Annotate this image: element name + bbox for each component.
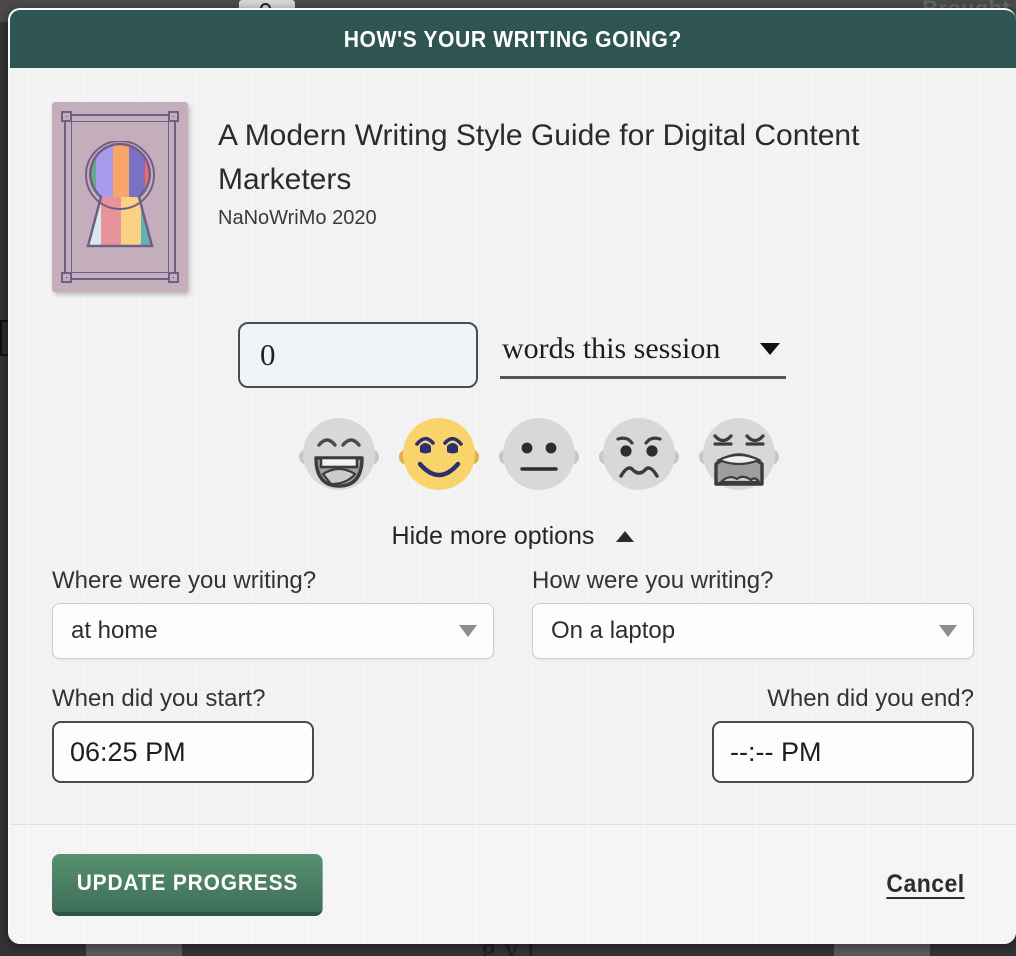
how-value: On a laptop	[551, 617, 676, 644]
mood-sad-button[interactable]	[599, 414, 679, 494]
mood-neutral-button[interactable]	[499, 414, 579, 494]
backdrop-bottom-left-bar	[86, 942, 182, 956]
start-time-field: When did you start?	[52, 685, 494, 783]
how-field: How were you writing? On a laptop	[532, 567, 974, 659]
cover-corner-bottom-right	[168, 272, 179, 283]
toggle-more-options-label: Hide more options	[391, 522, 595, 550]
end-time-field: When did you end?	[532, 685, 974, 783]
toggle-more-options-button[interactable]: Hide more options	[52, 522, 974, 551]
book-cover	[52, 102, 188, 292]
word-count-row: words this session	[52, 322, 974, 388]
book-info: A Modern Writing Style Guide for Digital…	[218, 102, 918, 230]
book-row: A Modern Writing Style Guide for Digital…	[52, 102, 974, 292]
end-time-input[interactable]	[712, 721, 974, 783]
backdrop-bottom-right-bar	[834, 942, 930, 956]
modal-footer: Update progress Cancel	[10, 824, 1016, 944]
cover-corner-bottom-left	[61, 272, 72, 283]
start-time-label: When did you start?	[52, 685, 266, 712]
start-time-input[interactable]	[52, 721, 314, 783]
end-time-label: When did you end?	[767, 685, 974, 712]
where-select[interactable]: at home	[52, 603, 494, 659]
writing-context-grid: Where were you writing? at home How were…	[52, 567, 974, 659]
modal-header: HOW'S YOUR WRITING GOING?	[10, 10, 1016, 68]
where-label: Where were you writing?	[52, 567, 317, 594]
where-value: at home	[71, 617, 158, 644]
book-title: A Modern Writing Style Guide for Digital…	[218, 119, 860, 196]
mood-selector	[52, 414, 974, 494]
triangle-down-icon	[939, 625, 957, 637]
session-time-grid: When did you start? When did you end?	[52, 685, 974, 783]
triangle-down-icon	[459, 625, 477, 637]
update-progress-button[interactable]: Update progress	[52, 853, 323, 916]
cover-corner-top-right	[168, 111, 179, 122]
cancel-button[interactable]: Cancel	[881, 869, 970, 900]
how-label: How were you writing?	[532, 567, 774, 594]
book-subtitle: NaNoWriMo 2020	[218, 207, 377, 229]
word-count-unit-label: words this session	[502, 331, 721, 365]
word-count-input[interactable]	[238, 322, 478, 388]
chevron-down-icon	[760, 342, 781, 355]
modal-title: HOW'S YOUR WRITING GOING?	[343, 25, 683, 52]
where-field: Where were you writing? at home	[52, 567, 494, 659]
modal-body: A Modern Writing Style Guide for Digital…	[10, 68, 1016, 824]
mood-laughing-button[interactable]	[299, 414, 379, 494]
mood-happy-button[interactable]	[399, 414, 479, 494]
how-select[interactable]: On a laptop	[532, 603, 974, 659]
cover-corner-top-left	[61, 111, 72, 122]
keyhole-icon	[79, 140, 161, 253]
progress-modal: HOW'S YOUR WRITING GOING? A Modern Writi…	[8, 8, 1016, 944]
mood-distressed-button[interactable]	[699, 414, 779, 494]
word-count-unit-dropdown[interactable]: words this session	[500, 331, 787, 379]
chevron-up-icon	[616, 531, 635, 542]
